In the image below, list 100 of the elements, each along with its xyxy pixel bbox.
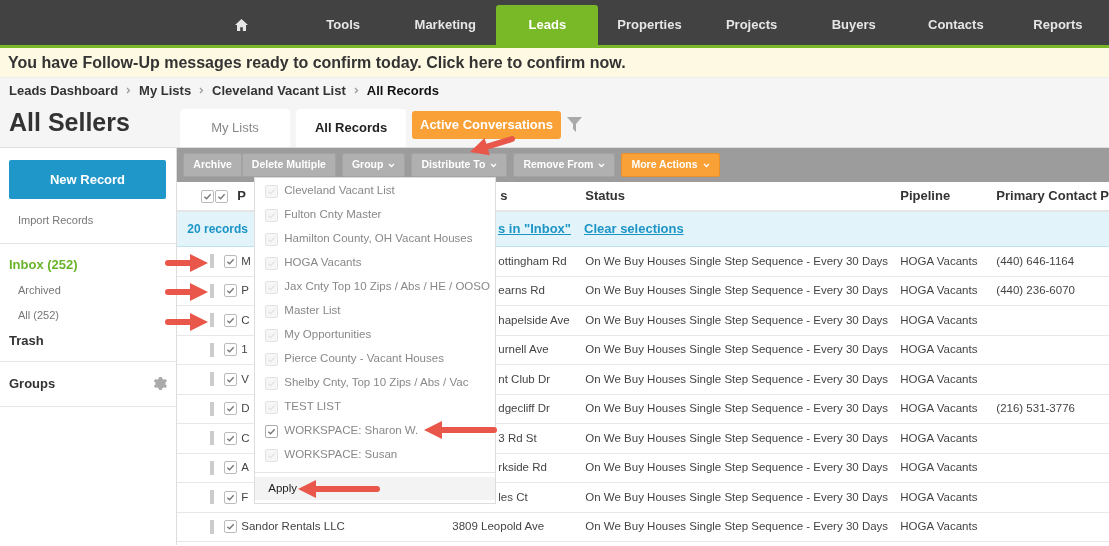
checkbox[interactable] — [224, 490, 238, 504]
checkbox[interactable] — [224, 461, 238, 475]
menu-item[interactable]: TEST LIST — [255, 395, 496, 419]
table-cell-text: (216) 531-3776 — [996, 401, 1076, 417]
breadcrumb-link[interactable]: Leads Dashboard — [9, 81, 119, 101]
drag-handle[interactable] — [210, 431, 215, 446]
table-cell-text: HOGA Vacants — [900, 253, 979, 269]
view-tab[interactable]: All Records — [296, 109, 406, 147]
menu-item[interactable]: Cleveland Vacant List — [255, 179, 496, 203]
nav-tab[interactable]: Leads — [496, 5, 599, 45]
checkbox[interactable] — [224, 343, 238, 357]
checkbox[interactable] — [200, 189, 214, 203]
menu-item[interactable]: Master List — [255, 299, 496, 323]
nav-tab[interactable]: Contacts — [904, 5, 1007, 45]
nav-tab[interactable]: Tools — [292, 5, 395, 45]
settings-icon[interactable] — [152, 376, 168, 391]
checkmark-icon — [267, 210, 277, 220]
drag-handle[interactable] — [210, 372, 215, 387]
menu-item[interactable]: Pierce County - Vacant Houses — [255, 347, 496, 371]
nav-tab[interactable]: Marketing — [394, 5, 497, 45]
checkbox[interactable] — [224, 284, 238, 298]
menu-item[interactable]: Shelby Cnty, Top 10 Zips / Abs / Vac — [255, 371, 496, 395]
toolbar-button[interactable]: Group — [341, 153, 406, 177]
menu-item[interactable]: Jax Cnty Top 10 Zips / Abs / HE / OOSO — [255, 275, 496, 299]
table-cell-text: C — [241, 312, 250, 328]
checkbox[interactable] — [224, 254, 238, 268]
table-cell-text: F — [241, 489, 249, 505]
new-record-button[interactable]: New Record — [9, 160, 166, 199]
menu-item[interactable]: Hamilton County, OH Vacant Houses — [255, 227, 496, 251]
drag-handle[interactable] — [210, 283, 215, 298]
menu-item[interactable]: HOGA Vacants — [255, 251, 496, 275]
toolbar-button[interactable]: Remove From — [513, 153, 616, 177]
checkmark-icon — [226, 463, 236, 473]
table-cell-text: P — [241, 283, 249, 299]
table-cell-text: HOGA Vacants — [900, 430, 979, 446]
clear-selections-link[interactable]: Clear selections — [584, 219, 684, 239]
menu-item[interactable]: My Opportunities — [255, 323, 496, 347]
checkbox[interactable] — [224, 431, 238, 445]
checkmark-icon — [226, 256, 236, 266]
table-cell-text: 3 Rd St — [498, 430, 537, 446]
select-all-link[interactable]: s in "Inbox" — [498, 219, 571, 239]
chevron-icon — [126, 87, 132, 95]
table-cell-text: On We Buy Houses Single Step Sequence - Every 30 Days — [584, 489, 890, 505]
sidebar-item[interactable]: Archived — [0, 282, 177, 299]
table-cell-text: On We Buy Houses Single Step Sequence - Every 30 Days — [584, 312, 890, 328]
column-header[interactable]: Primary Contact P — [996, 186, 1109, 206]
table-cell-text: HOGA Vacants — [900, 312, 979, 328]
table-cell-text: nt Club Dr — [498, 371, 551, 387]
column-header[interactable]: Pipeline — [900, 186, 997, 206]
sidebar-item[interactable]: All (252) — [0, 306, 177, 323]
nav-tab[interactable]: Reports — [1006, 5, 1109, 45]
toolbar-button[interactable]: Distribute To — [411, 153, 508, 177]
menu-item[interactable]: WORKSPACE: Sharon W. — [255, 419, 496, 443]
sidebar-item[interactable]: Trash — [0, 331, 177, 351]
nav-tab[interactable]: Projects — [700, 5, 803, 45]
sidebar-item[interactable]: Inbox (252) — [0, 254, 177, 274]
column-header[interactable]: Status — [581, 186, 901, 206]
checkbox[interactable] — [224, 372, 238, 386]
checkmark-icon — [226, 433, 236, 443]
view-tab[interactable]: Active Conversations — [412, 111, 561, 139]
apply-button[interactable]: Apply — [255, 477, 496, 500]
checkbox[interactable] — [224, 313, 238, 327]
drag-handle[interactable] — [210, 519, 215, 534]
nav-tab[interactable]: Properties — [598, 5, 701, 45]
toolbar-button[interactable]: More Actions — [621, 153, 720, 177]
annotation-arrow — [165, 254, 208, 272]
checkbox[interactable] — [265, 424, 279, 438]
nav-tab[interactable]: Buyers — [802, 5, 905, 45]
table-cell-text: 3809 Leopold Ave — [452, 519, 545, 535]
checkmark-icon — [267, 186, 277, 196]
table-cell-text: les Ct — [498, 489, 528, 505]
drag-handle[interactable] — [210, 490, 215, 505]
table-cell-text: Sandor Rentals LLC — [241, 519, 345, 535]
table-cell-text: On We Buy Houses Single Step Sequence - Every 30 Days — [584, 253, 890, 269]
table-cell-text: HOGA Vacants — [900, 519, 979, 535]
drag-handle[interactable] — [210, 460, 215, 475]
view-tab[interactable]: My Lists — [180, 109, 290, 147]
follow-up-banner[interactable]: You have Follow-Up messages ready to confirm today. Click here to confirm now. — [0, 48, 1109, 78]
checkbox[interactable] — [224, 402, 238, 416]
checkbox[interactable] — [214, 189, 228, 203]
drag-handle[interactable] — [210, 254, 215, 269]
table-cell-text: On We Buy Houses Single Step Sequence - Every 30 Days — [584, 519, 890, 535]
table-cell-text: ottingham Rd — [498, 253, 567, 269]
menu-item[interactable]: Fulton Cnty Master — [255, 203, 496, 227]
checkbox[interactable] — [224, 520, 238, 534]
breadcrumb-link[interactable]: Cleveland Vacant List — [212, 81, 346, 101]
menu-item[interactable]: WORKSPACE: Susan — [255, 443, 496, 467]
checkmark-icon — [267, 258, 277, 268]
record-count: 20 records — [187, 221, 248, 238]
drag-handle[interactable] — [210, 342, 215, 357]
checkmark-icon — [267, 306, 277, 316]
breadcrumb-link[interactable]: My Lists — [139, 81, 192, 101]
drag-handle[interactable] — [210, 401, 215, 416]
filter-icon[interactable] — [566, 116, 582, 132]
toolbar-button[interactable]: Archive — [183, 153, 242, 177]
table-cell-text: dgecliff Dr — [498, 401, 550, 417]
import-records-link[interactable]: Import Records — [9, 212, 168, 229]
checkmark-icon — [267, 234, 277, 244]
drag-handle[interactable] — [210, 313, 215, 328]
toolbar-button[interactable]: Delete Multiple — [241, 153, 336, 177]
